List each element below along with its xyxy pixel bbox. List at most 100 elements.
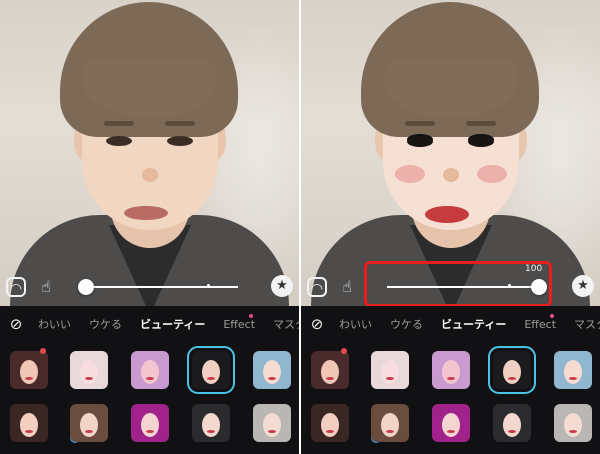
intensity-slider-row: ◠ ☝ ★ (0, 268, 299, 306)
category-tabbar: ⊘ わいい ウケる ビューティー Effect マスク (0, 306, 299, 342)
nose (443, 168, 459, 182)
no-filter-icon[interactable]: ⊘ (309, 316, 325, 332)
thumbnail-face (202, 360, 220, 384)
tab-beauty[interactable]: ビューティー (140, 316, 205, 332)
favorite-button[interactable]: ★ (572, 275, 594, 297)
eyebrow-left (405, 121, 435, 126)
filter-grid: ↓ (0, 342, 299, 454)
face-compare-icon[interactable]: ◠ (6, 277, 26, 297)
hand-touch-icon[interactable]: ☝ (36, 277, 56, 297)
thumbnail-face (503, 413, 521, 437)
face-compare-icon[interactable]: ◠ (307, 277, 327, 297)
before-panel: ◠ ☝ ★ ⊘ わいい ウケる ビューティー Effect マスク ↓ (0, 0, 299, 454)
eyebrow-right (165, 121, 195, 126)
eye-right (167, 136, 193, 146)
filter-thumbnail[interactable] (10, 404, 48, 442)
filter-thumbnail[interactable] (131, 404, 169, 442)
thumbnail-lips (569, 430, 577, 433)
tab-ukeru[interactable]: ウケる (390, 316, 423, 332)
nose (142, 168, 158, 182)
tab-effect[interactable]: Effect (524, 318, 556, 331)
thumbnail-lips (508, 377, 516, 380)
thumbnail-lips (386, 430, 394, 433)
filter-thumbnail[interactable] (488, 346, 536, 394)
filter-thumbnail[interactable] (70, 351, 108, 389)
tab-mask[interactable]: マスク (273, 316, 299, 332)
filter-thumbnail[interactable] (432, 404, 470, 442)
thumbnail-lips (268, 430, 276, 433)
blush-left (395, 165, 425, 183)
thumbnail-face (141, 413, 159, 437)
thumbnail-lips (268, 377, 276, 380)
filter-thumbnail[interactable] (311, 351, 349, 389)
thumbnail-face (80, 360, 98, 384)
filter-grid: ↓ (301, 342, 600, 454)
thumbnail-face (381, 413, 399, 437)
tab-mask[interactable]: マスク (574, 316, 600, 332)
filter-thumbnail[interactable] (10, 351, 48, 389)
new-filter-dot (341, 348, 347, 354)
thumbnail-face (263, 360, 281, 384)
filter-thumbnail[interactable] (187, 346, 235, 394)
thumbnail-face (80, 413, 98, 437)
thumbnail-face (381, 360, 399, 384)
filter-thumbnail[interactable] (371, 351, 409, 389)
new-filter-dot (40, 348, 46, 354)
thumbnail-face (20, 413, 38, 437)
tab-effect[interactable]: Effect (223, 318, 255, 331)
filter-thumbnail[interactable] (131, 351, 169, 389)
thumbnail-lips (207, 377, 215, 380)
filter-thumbnail[interactable] (554, 404, 592, 442)
tab-ukeru[interactable]: ウケる (89, 316, 122, 332)
eye-right (468, 136, 494, 147)
thumbnail-face (202, 413, 220, 437)
tab-beauty[interactable]: ビューティー (441, 316, 506, 332)
thumbnail-lips (508, 430, 516, 433)
thumbnail-face (564, 360, 582, 384)
category-tabs: わいい ウケる ビューティー Effect マスク (339, 306, 600, 342)
thumbnail-lips (326, 377, 334, 380)
filter-thumbnail[interactable] (554, 351, 592, 389)
thumbnail-face (321, 413, 339, 437)
mouth (425, 206, 469, 223)
category-tabs: わいい ウケる ビューティー Effect マスク (38, 306, 299, 342)
intensity-slider-track[interactable] (86, 286, 238, 288)
filter-thumbnail[interactable] (70, 404, 108, 442)
filter-thumbnail[interactable] (371, 404, 409, 442)
thumbnail-face (263, 413, 281, 437)
thumbnail-face (503, 360, 521, 384)
star-icon: ★ (577, 278, 589, 293)
thumbnail-lips (25, 377, 33, 380)
tab-kawaii[interactable]: わいい (38, 316, 71, 332)
hand-touch-icon[interactable]: ☝ (337, 277, 357, 297)
category-tabbar: ⊘ わいい ウケる ビューティー Effect マスク (301, 306, 600, 342)
intensity-slider-knob[interactable] (78, 279, 94, 295)
no-filter-icon[interactable]: ⊘ (8, 316, 24, 332)
filter-thumbnail[interactable] (192, 404, 230, 442)
eyebrow-right (466, 121, 496, 126)
thumbnail-lips (447, 377, 455, 380)
favorite-button[interactable]: ★ (271, 275, 293, 297)
thumbnail-lips (386, 377, 394, 380)
slider-highlight-box (364, 261, 552, 307)
eye-left (407, 136, 433, 147)
thumbnail-lips (447, 430, 455, 433)
filter-thumbnail[interactable] (432, 351, 470, 389)
thumbnail-lips (207, 430, 215, 433)
star-icon: ★ (276, 278, 288, 293)
filter-thumbnail[interactable] (253, 351, 291, 389)
slider-default-tick (207, 284, 210, 287)
thumbnail-face (141, 360, 159, 384)
filter-thumbnail[interactable] (253, 404, 291, 442)
filter-thumbnail[interactable] (493, 404, 531, 442)
thumbnail-face (442, 360, 460, 384)
filter-thumbnail[interactable] (311, 404, 349, 442)
tab-kawaii[interactable]: わいい (339, 316, 372, 332)
thumbnail-lips (569, 377, 577, 380)
blush-right (477, 165, 507, 183)
thumbnail-face (20, 360, 38, 384)
new-dot (249, 314, 253, 318)
thumbnail-lips (146, 430, 154, 433)
thumbnail-lips (85, 430, 93, 433)
thumbnail-face (564, 413, 582, 437)
